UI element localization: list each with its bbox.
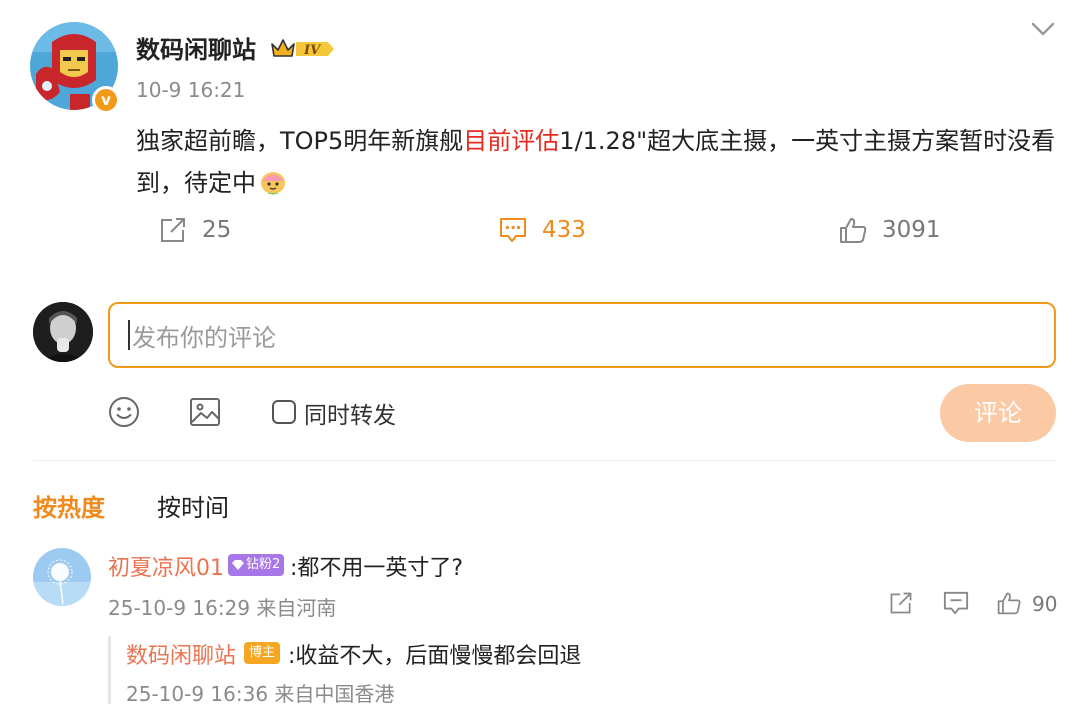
post-text-highlight: 目前评估 — [463, 127, 560, 155]
post-text-before: 独家超前瞻，TOP5明年新旗舰 — [136, 127, 464, 155]
also-repost-checkbox[interactable] — [272, 400, 296, 424]
post-time: 10-9 16:21 — [136, 78, 246, 102]
comment-count: 433 — [542, 217, 586, 243]
tab-sort-by-hot[interactable]: 按热度 — [33, 488, 105, 523]
comment-input[interactable]: 发布你的评论 — [108, 302, 1056, 368]
repost-count: 25 — [202, 217, 232, 243]
current-user-avatar[interactable] — [33, 302, 93, 362]
comment-repost-icon[interactable] — [888, 590, 914, 616]
text-caret — [128, 320, 130, 350]
reply-meta: 25-10-9 16:36 来自中国香港 — [126, 682, 395, 704]
fan-badge-label: 钻粉2 — [246, 557, 281, 572]
comment-icon — [500, 218, 526, 242]
comment-like-count: 90 — [1032, 592, 1058, 616]
comment-button[interactable]: 433 — [498, 216, 586, 244]
image-upload-icon[interactable] — [188, 396, 222, 428]
comment-input-placeholder: 发布你的评论 — [132, 324, 276, 352]
like-count: 3091 — [882, 217, 941, 243]
also-repost-label[interactable]: 同时转发 — [304, 396, 396, 430]
repost-button[interactable]: 25 — [158, 216, 231, 244]
tab-sort-by-time[interactable]: 按时间 — [157, 488, 229, 523]
thumbs-up-icon — [840, 218, 867, 243]
level-badge-text: IV — [303, 43, 322, 58]
reply-thread-bar — [108, 636, 111, 704]
diamond-fan-badge: 钻粉2 — [228, 554, 285, 576]
verified-v-icon: v — [92, 86, 120, 114]
blog-owner-badge: 博主 — [244, 642, 281, 664]
reply-author-name[interactable]: 数码闲聊站 — [126, 638, 236, 670]
commenter-avatar[interactable] — [33, 548, 91, 606]
emoji-picker-icon[interactable] — [108, 396, 140, 428]
comment-meta: 25-10-9 16:29 来自河南 — [108, 596, 337, 620]
reply-text: :收益不大，后面慢慢都会回退 — [288, 644, 582, 669]
more-options-chevron-icon[interactable] — [1028, 18, 1058, 40]
user-portrait-image — [33, 302, 93, 362]
comment-reply-icon[interactable] — [942, 590, 970, 616]
submit-comment-button[interactable]: 评论 — [940, 384, 1056, 442]
comment-like-icon[interactable] — [996, 590, 1022, 616]
repost-icon — [161, 218, 185, 242]
post-content: 独家超前瞻，TOP5明年新旗舰目前评估1/1.28"超大底主摄，一英寸主摄方案暂… — [136, 120, 1056, 204]
post-author-name[interactable]: 数码闲聊站 — [136, 30, 256, 65]
section-divider — [33, 460, 1056, 461]
member-crown-badge[interactable]: IV — [270, 36, 336, 62]
comment-text: :都不用一英寸了? — [290, 556, 464, 581]
diamond-icon — [232, 560, 244, 570]
like-button[interactable]: 3091 — [838, 216, 941, 244]
crown-icon: IV — [271, 39, 334, 58]
peach-emoji-icon — [258, 166, 288, 196]
commenter-name[interactable]: 初夏凉风01 — [108, 550, 224, 582]
dandelion-avatar-image — [33, 548, 91, 606]
